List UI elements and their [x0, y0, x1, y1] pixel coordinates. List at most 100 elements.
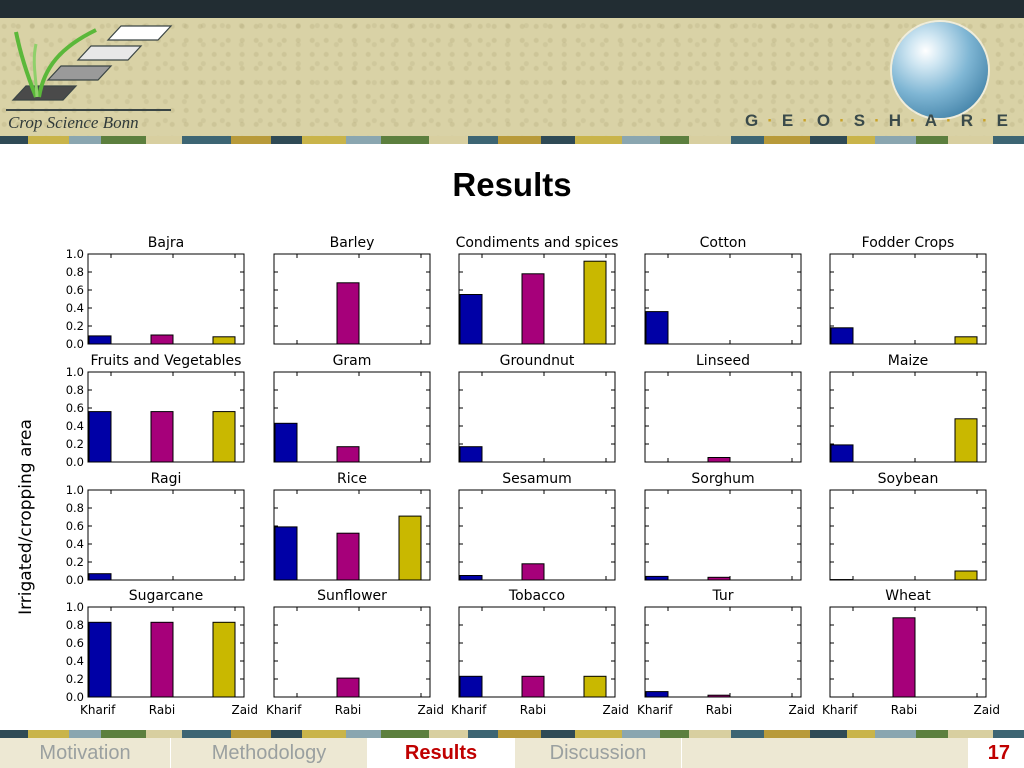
bar-kharif [459, 446, 483, 463]
bar-kharif [830, 327, 854, 345]
panel-tobacco: Tobacco Kharif Rabi Zaid [451, 588, 629, 717]
x-tick-label: Zaid [788, 703, 815, 717]
panel-title: Bajra [148, 235, 184, 251]
panel-title: Fruits and Vegetables [91, 353, 242, 369]
panel-gram: Gram [273, 353, 431, 463]
y-tick-label: 0.0 [66, 337, 84, 351]
panel-title: Tur [711, 588, 733, 604]
panel-frame [829, 489, 987, 581]
nav-results[interactable]: Results [368, 738, 514, 768]
panel-title: Rice [337, 471, 367, 487]
x-tick-label: Zaid [602, 703, 629, 717]
bar-kharif [88, 335, 112, 345]
panel-sunflower: Sunflower Kharif Rabi Zaid [266, 588, 444, 717]
panel-title: Sorghum [691, 471, 754, 487]
panel-fodder-crops: Fodder Crops [829, 235, 987, 345]
bar-kharif [459, 294, 483, 345]
panel-title: Condiments and spices [456, 235, 619, 251]
bar-rabi [707, 576, 731, 581]
y-tick-label: 0.2 [66, 437, 84, 451]
x-tick-label: Kharif [266, 703, 302, 717]
bar-zaid [583, 260, 607, 345]
x-tick-label: Rabi [891, 703, 917, 717]
bar-rabi [336, 282, 360, 345]
nav-discussion[interactable]: Discussion [515, 738, 681, 768]
panel-title: Fodder Crops [862, 235, 955, 251]
bar-kharif [274, 422, 298, 463]
panel-sugarcane: Sugarcane 0.0 0.2 0.4 0.6 0.8 1.0 Kharif Rabi Zai… [66, 588, 258, 717]
y-tick-label: 1.0 [66, 483, 84, 497]
x-tick-label: Rabi [706, 703, 732, 717]
bar-zaid [398, 515, 422, 581]
panel-sesamum: Sesamum [458, 471, 616, 581]
panel-frame [644, 606, 802, 698]
bar-kharif [459, 675, 483, 698]
panel-maize: Maize [829, 353, 987, 463]
panel-fruits-and-vegetables: Fruits and Vegetables 0.0 0.2 0.4 0.6 0.8 1.0 [66, 353, 245, 469]
panel-title: Sugarcane [129, 588, 203, 604]
y-tick-label: 0.8 [66, 383, 84, 397]
bar-kharif [645, 691, 669, 698]
bar-rabi [150, 334, 174, 345]
bar-kharif [830, 444, 854, 463]
panel-tur: Tur Kharif Rabi Zaid [637, 588, 815, 717]
panel-rice: Rice [273, 471, 431, 581]
page-number: 17 [987, 742, 1010, 764]
y-tick-label: 0.8 [66, 618, 84, 632]
bar-zaid [212, 336, 236, 345]
bar-rabi [336, 677, 360, 698]
footer-stripe [0, 730, 1024, 738]
bar-rabi [521, 563, 545, 581]
bar-zaid [954, 570, 978, 581]
panel-bajra: Bajra 0.0 0.2 0.4 0.6 0.8 1.0 [66, 235, 245, 351]
bar-zaid [583, 675, 607, 698]
panel-ragi: Ragi 0.0 0.2 0.4 0.6 0.8 1.0 [66, 471, 245, 587]
panel-title: Linseed [696, 353, 750, 369]
bar-rabi [150, 621, 174, 698]
x-tick-label: Zaid [231, 703, 258, 717]
y-tick-label: 0.2 [66, 555, 84, 569]
y-tick-label: 1.0 [66, 365, 84, 379]
y-tick-label: 1.0 [66, 600, 84, 614]
y-axis-label: Irrigated/cropping area [16, 419, 36, 615]
bar-zaid [954, 418, 978, 463]
y-tick-label: 0.6 [66, 519, 84, 533]
panel-title: Ragi [151, 471, 182, 487]
y-tick-label: 0.6 [66, 401, 84, 415]
panel-title: Wheat [885, 588, 931, 604]
bar-rabi [336, 446, 360, 463]
panel-linseed: Linseed [644, 353, 802, 463]
panel-title: Sesamum [502, 471, 572, 487]
panel-sorghum: Sorghum [644, 471, 802, 581]
crop-bar-chart-grid: Irrigated/cropping area Bajra 0.0 0.2 0.4 0.6… [16, 235, 1000, 717]
nav-methodology[interactable]: Methodology [171, 738, 367, 768]
panel-title: Tobacco [508, 588, 565, 604]
panel-title: Soybean [878, 471, 939, 487]
panel-title: Barley [330, 235, 375, 251]
bar-kharif [274, 526, 298, 581]
y-tick-label: 0.0 [66, 573, 84, 587]
y-tick-label: 0.4 [66, 419, 84, 433]
y-tick-label: 0.6 [66, 283, 84, 297]
bar-kharif [459, 575, 483, 581]
x-tick-label: Rabi [149, 703, 175, 717]
y-tick-label: 0.4 [66, 654, 84, 668]
bar-zaid [954, 336, 978, 345]
panel-title: Groundnut [500, 353, 575, 369]
y-tick-label: 0.2 [66, 672, 84, 686]
y-tick-label: 0.2 [66, 319, 84, 333]
bar-rabi [707, 457, 731, 463]
panel-frame [644, 489, 802, 581]
x-tick-label: Kharif [822, 703, 858, 717]
panel-wheat: Wheat Kharif Rabi Zaid [822, 588, 1000, 717]
x-tick-label: Zaid [417, 703, 444, 717]
bar-zaid [212, 411, 236, 463]
panel-barley: Barley [273, 235, 431, 345]
footer-nav: Motivation Methodology Results Discussio… [0, 738, 1024, 768]
panel-groundnut: Groundnut [458, 353, 616, 463]
nav-motivation[interactable]: Motivation [0, 738, 170, 768]
panel-title: Cotton [700, 235, 747, 251]
y-tick-label: 0.8 [66, 265, 84, 279]
bar-rabi [892, 617, 916, 698]
panel-soybean: Soybean [829, 471, 987, 581]
